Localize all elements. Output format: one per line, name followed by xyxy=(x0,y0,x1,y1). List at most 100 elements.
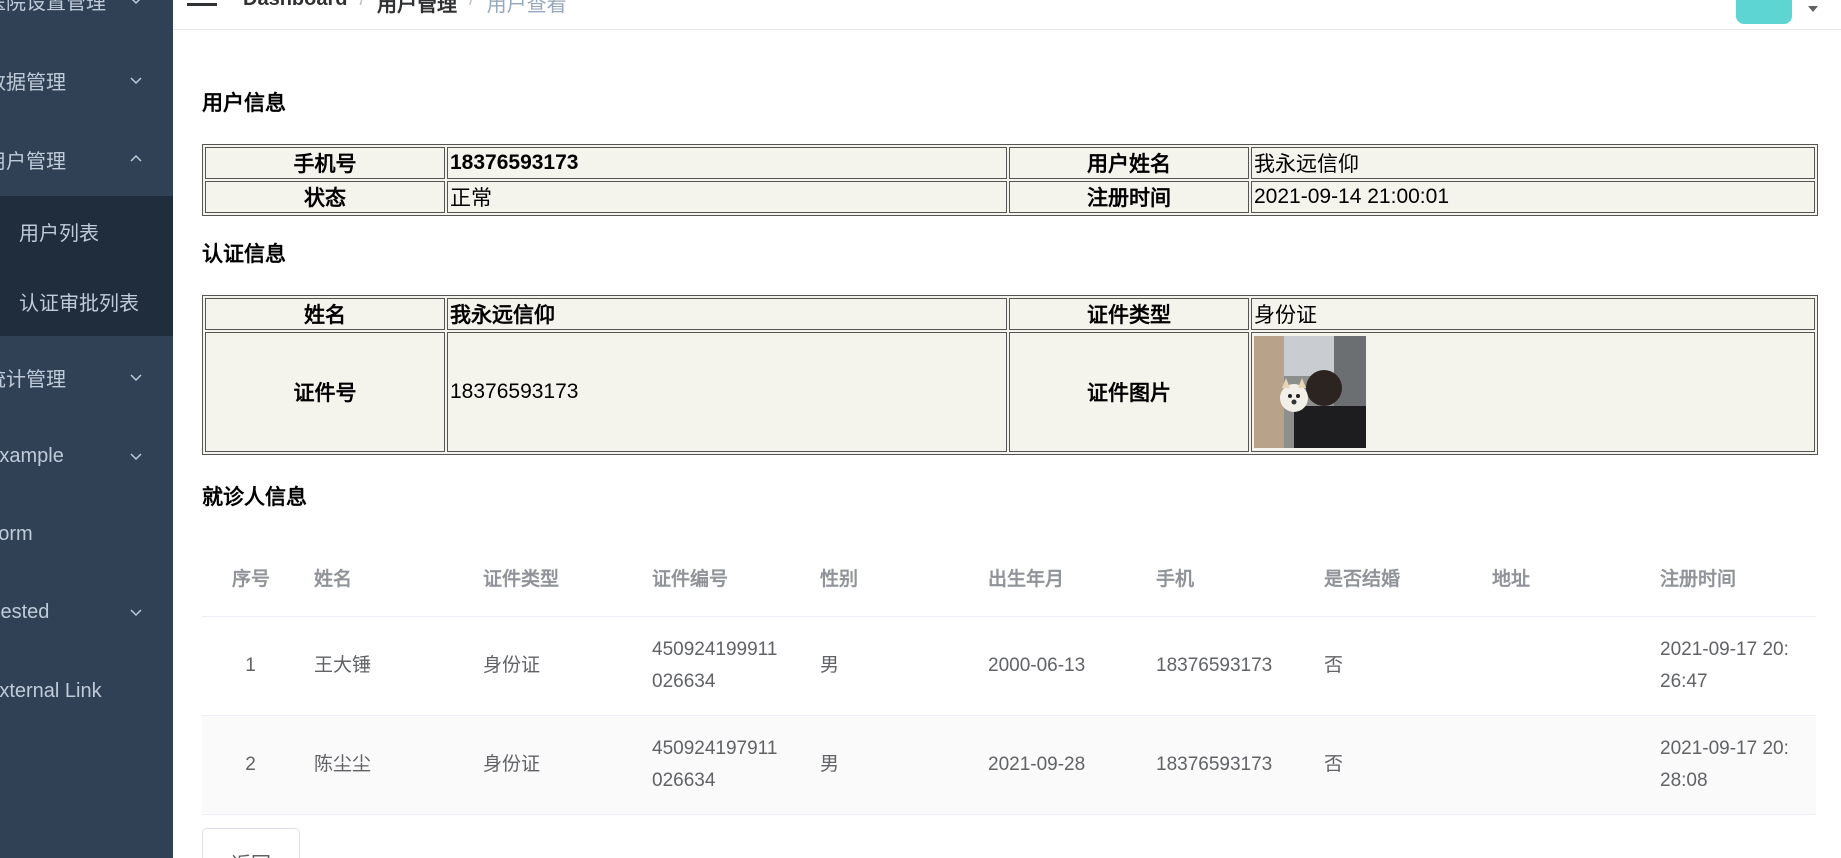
col-header: 手机 xyxy=(1156,568,1195,590)
cell-birth: 2000-06-13 xyxy=(988,655,1086,676)
reg-time-line: 28:08 xyxy=(1660,770,1708,791)
table-row[interactable]: 2 陈尘尘 身份证 450924197911 026634 男 2021-09-… xyxy=(202,716,1816,815)
auth-name-value: 我永远信仰 xyxy=(447,298,1007,330)
reg-time-line: 2021-09-17 20: xyxy=(1660,738,1789,759)
sidebar-item-label: 医院设置管理 xyxy=(0,0,106,14)
cert-no-label: 证件号 xyxy=(205,332,445,452)
breadcrumb: Dashboard / 用户管理 / 用户查看 xyxy=(243,0,567,17)
sidebar-subitem-user-list[interactable]: 用户列表 xyxy=(0,196,173,266)
cert-image-cell xyxy=(1251,332,1815,452)
col-header: 证件类型 xyxy=(483,568,560,590)
sidebar-subitem-label: 认证审批列表 xyxy=(19,292,139,315)
cell-cert-no: 450924199911 026634 xyxy=(652,617,777,715)
cert-no-value: 18376593173 xyxy=(447,332,1007,452)
cell-cert-type: 身份证 xyxy=(483,754,541,775)
sidebar-item-label: Nested xyxy=(0,600,50,623)
col-header: 注册时间 xyxy=(1660,568,1737,590)
sidebar-item-label: 数据管理 xyxy=(0,71,66,94)
breadcrumb-dashboard[interactable]: Dashboard xyxy=(243,0,347,17)
cell-name: 王大锤 xyxy=(314,655,372,676)
user-name-label: 用户姓名 xyxy=(1009,147,1249,179)
sidebar-subitem-label: 用户列表 xyxy=(19,222,99,245)
table-header: 序号 姓名 证件类型 证件编号 性别 出生年月 手机 是否结婚 地址 注册时间 xyxy=(202,543,1816,617)
status-value: 正常 xyxy=(447,181,1007,213)
sidebar-item-label: 用户管理 xyxy=(0,150,66,173)
auth-info-table: 姓名 我永远信仰 证件类型 身份证 证件号 18376593173 证件图片 xyxy=(202,295,1818,455)
sidebar-item-users[interactable]: 用户管理 xyxy=(0,126,173,192)
breadcrumb-current: 用户查看 xyxy=(486,0,567,16)
avatar[interactable] xyxy=(1736,0,1792,24)
breadcrumb-separator: / xyxy=(469,0,475,17)
sidebar: 医院设置管理 数据管理 用户管理 用户列表 认证审批列表 统计管理 Exampl… xyxy=(0,0,173,858)
phone-label: 手机号 xyxy=(205,147,445,179)
cert-no-line: 450924199911 xyxy=(652,639,778,660)
reg-time-line: 2021-09-17 20: xyxy=(1660,639,1789,660)
cell-no: 2 xyxy=(245,754,256,775)
sidebar-item-example[interactable]: Example xyxy=(0,423,173,489)
sidebar-item-statistics[interactable]: 统计管理 xyxy=(0,344,173,410)
cell-cert-no: 450924197911 026634 xyxy=(652,716,777,814)
cell-no: 1 xyxy=(245,655,256,676)
cell-cert-type: 身份证 xyxy=(483,655,541,676)
users-submenu: 用户列表 认证审批列表 xyxy=(0,196,173,336)
back-button[interactable]: 返回 xyxy=(202,828,300,858)
chevron-down-icon xyxy=(128,604,144,620)
cert-photo[interactable] xyxy=(1254,336,1366,448)
breadcrumb-user-management[interactable]: 用户管理 xyxy=(377,0,457,17)
sidebar-item-form[interactable]: Form xyxy=(0,501,173,567)
chevron-down-icon xyxy=(128,72,144,88)
hamburger-icon[interactable] xyxy=(187,0,217,8)
chevron-down-icon xyxy=(128,369,144,385)
breadcrumb-separator: / xyxy=(359,0,365,17)
patients-table: 序号 姓名 证件类型 证件编号 性别 出生年月 手机 是否结婚 地址 注册时间 … xyxy=(202,543,1816,815)
col-header: 证件编号 xyxy=(652,568,729,590)
sidebar-subitem-auth-approval[interactable]: 认证审批列表 xyxy=(0,266,173,336)
cert-no-line: 026634 xyxy=(652,671,716,692)
patients-title: 就诊人信息 xyxy=(202,486,307,509)
cell-sex: 男 xyxy=(820,754,840,775)
cert-img-label: 证件图片 xyxy=(1009,332,1249,452)
sidebar-item-label: Form xyxy=(0,522,33,545)
auth-info-title: 认证信息 xyxy=(202,243,286,266)
cell-reg-time: 2021-09-17 20: 26:47 xyxy=(1660,617,1789,715)
sidebar-item-label: Example xyxy=(0,444,64,467)
auth-name-label: 姓名 xyxy=(205,298,445,330)
cert-type-value: 身份证 xyxy=(1251,298,1815,330)
table-row[interactable]: 1 王大锤 身份证 450924199911 026634 男 2000-06-… xyxy=(202,617,1816,716)
sidebar-item-hospital-settings[interactable]: 医院设置管理 xyxy=(0,0,173,33)
sidebar-item-label: 统计管理 xyxy=(0,368,66,391)
user-info-title: 用户信息 xyxy=(202,92,286,115)
chevron-down-icon xyxy=(128,0,144,8)
col-header: 序号 xyxy=(232,568,271,590)
col-header: 姓名 xyxy=(314,568,353,590)
cert-type-label: 证件类型 xyxy=(1009,298,1249,330)
reg-time-line: 26:47 xyxy=(1660,671,1708,692)
caret-down-icon[interactable] xyxy=(1808,6,1818,12)
sidebar-item-data[interactable]: 数据管理 xyxy=(0,47,173,113)
cell-reg-time: 2021-09-17 20: 28:08 xyxy=(1660,716,1789,814)
cell-birth: 2021-09-28 xyxy=(988,754,1086,775)
cell-married: 否 xyxy=(1324,754,1344,775)
user-info-table: 手机号 18376593173 用户姓名 我永远信仰 状态 正常 注册时间 20… xyxy=(202,144,1818,216)
phone-value: 18376593173 xyxy=(447,147,1007,179)
sidebar-item-label: External Link xyxy=(0,679,102,702)
cell-married: 否 xyxy=(1324,655,1344,676)
user-name-value: 我永远信仰 xyxy=(1251,147,1815,179)
cell-name: 陈尘尘 xyxy=(314,754,372,775)
col-header: 地址 xyxy=(1492,568,1531,590)
reg-time-label: 注册时间 xyxy=(1009,181,1249,213)
cert-no-line: 026634 xyxy=(652,770,716,791)
chevron-up-icon xyxy=(128,151,144,167)
col-header: 性别 xyxy=(820,568,859,590)
chevron-down-icon xyxy=(128,448,144,464)
cell-phone: 18376593173 xyxy=(1156,754,1273,775)
navbar: Dashboard / 用户管理 / 用户查看 xyxy=(173,0,1841,30)
cell-phone: 18376593173 xyxy=(1156,655,1273,676)
col-header: 出生年月 xyxy=(988,568,1065,590)
cert-no-line: 450924197911 xyxy=(652,738,778,759)
sidebar-item-external-link[interactable]: External Link xyxy=(0,658,173,724)
cell-sex: 男 xyxy=(820,655,840,676)
sidebar-item-nested[interactable]: Nested xyxy=(0,579,173,645)
reg-time-value: 2021-09-14 21:00:01 xyxy=(1251,181,1815,213)
col-header: 是否结婚 xyxy=(1324,568,1401,590)
